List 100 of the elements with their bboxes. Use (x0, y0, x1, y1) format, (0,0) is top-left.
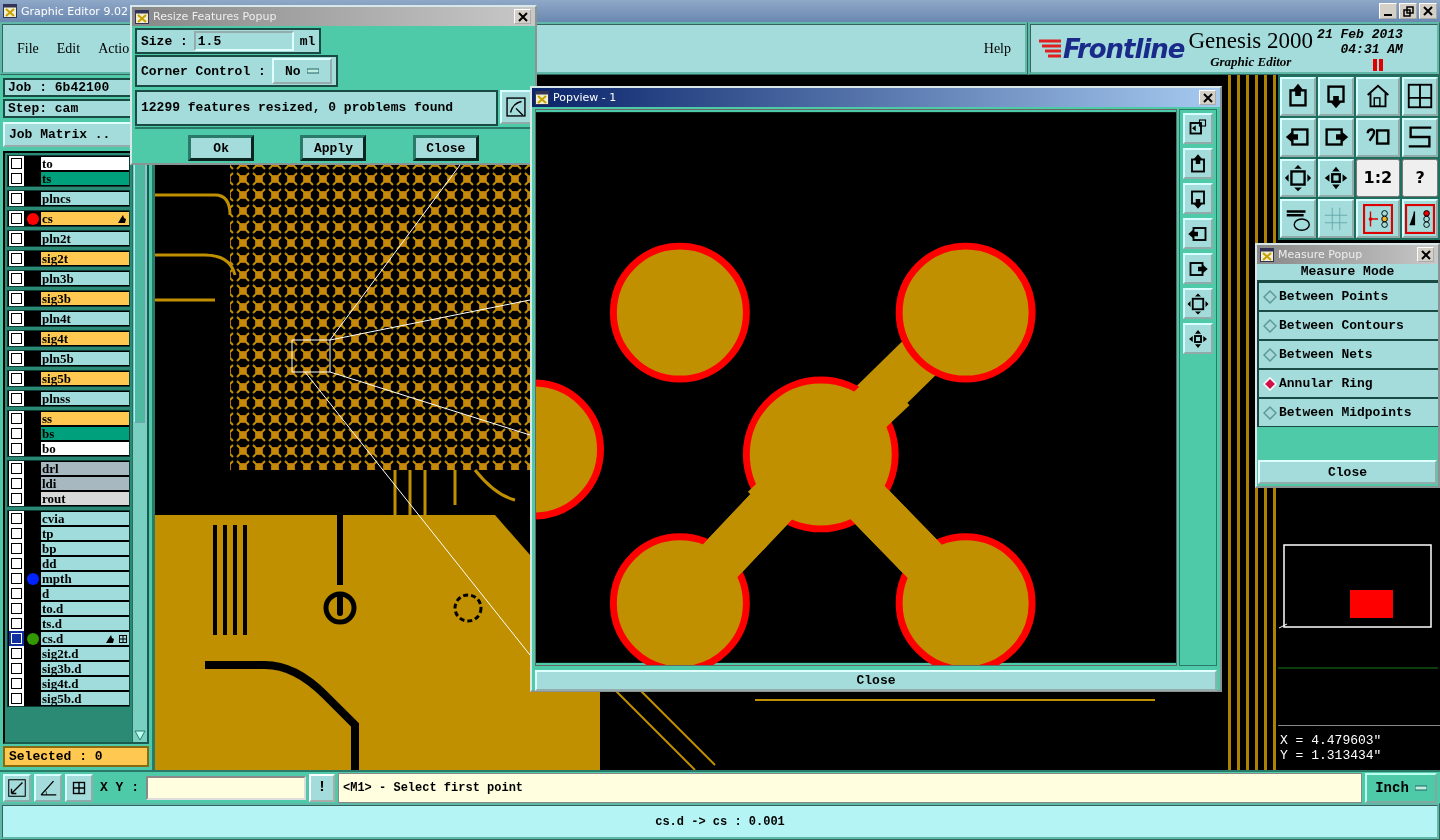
layer-checkbox[interactable] (11, 493, 22, 504)
layer-checkbox[interactable] (11, 573, 22, 584)
layer-checkbox[interactable] (11, 528, 22, 539)
layer-name[interactable]: to.d (41, 602, 129, 615)
close-button[interactable] (1419, 3, 1437, 19)
tool-button[interactable] (1183, 113, 1213, 144)
layer-name[interactable]: sig3b.d (41, 662, 129, 675)
restore-button[interactable] (1399, 3, 1417, 19)
view-button[interactable]: 1:2 (1355, 158, 1401, 198)
tool-button[interactable] (500, 90, 532, 124)
layer-name[interactable]: pln3b (41, 272, 129, 285)
minimize-button[interactable] (1379, 3, 1397, 19)
layer-name[interactable]: ts (41, 172, 129, 185)
layer-checkbox[interactable] (11, 678, 22, 689)
layer-name[interactable]: sig5b (41, 372, 129, 385)
tool-button[interactable] (1183, 253, 1213, 284)
tool-button[interactable] (1317, 117, 1354, 157)
coordinate-input[interactable] (146, 775, 306, 800)
layer-name[interactable]: ts.d (41, 617, 129, 630)
layer-checkbox[interactable] (11, 293, 22, 304)
layer-checkbox[interactable] (11, 333, 22, 344)
layer-checkbox[interactable] (11, 513, 22, 524)
tool-button[interactable] (1402, 77, 1438, 116)
layer-name[interactable]: bp (41, 542, 129, 555)
layer-name[interactable]: bs (41, 427, 129, 440)
layer-name[interactable]: mpth (41, 572, 129, 585)
tool-button[interactable] (1402, 199, 1438, 238)
tool-button[interactable] (1183, 323, 1213, 354)
dialog-button[interactable]: Apply (300, 135, 367, 161)
layer-name[interactable]: pln5b (41, 352, 129, 365)
tool-button[interactable] (1183, 218, 1213, 249)
dialog-button[interactable]: Ok (188, 135, 255, 161)
tool-button[interactable] (34, 773, 62, 802)
radio-option[interactable]: Between Points (1257, 282, 1438, 311)
layer-checkbox[interactable] (11, 173, 22, 184)
layer-checkbox[interactable] (11, 193, 22, 204)
menu-item[interactable]: Edit (56, 40, 81, 57)
layer-name[interactable]: ldi (41, 477, 129, 490)
layer-checkbox[interactable] (11, 693, 22, 704)
tool-button[interactable] (1183, 148, 1213, 179)
tool-button[interactable] (1280, 158, 1316, 198)
layer-checkbox[interactable] (11, 543, 22, 554)
layer-name[interactable]: tp (41, 527, 129, 540)
layer-checkbox[interactable] (11, 233, 22, 244)
layer-name[interactable]: sig3b (41, 292, 129, 305)
layer-checkbox[interactable] (11, 603, 22, 614)
tool-button[interactable] (1183, 183, 1213, 214)
layer-name[interactable]: plncs (41, 192, 129, 205)
tool-button[interactable] (1317, 158, 1354, 198)
tool-button[interactable] (1355, 77, 1401, 116)
layer-name[interactable]: sig5b.d (41, 692, 129, 705)
layer-name[interactable]: cs (41, 212, 129, 225)
corner-dropdown[interactable]: No (271, 58, 332, 84)
layer-checkbox[interactable] (11, 558, 22, 569)
units-dropdown[interactable]: Inch (1365, 772, 1437, 803)
dialog-button[interactable]: Close (412, 135, 479, 161)
menu-item[interactable]: Actio (98, 40, 130, 57)
layer-name[interactable]: sig2t.d (41, 647, 129, 660)
layer-name[interactable]: to (41, 157, 129, 170)
tool-button[interactable] (1355, 199, 1401, 238)
layer-name[interactable]: rout (41, 492, 129, 505)
layer-checkbox[interactable] (11, 478, 22, 489)
layer-checkbox[interactable] (11, 253, 22, 264)
layer-checkbox[interactable] (11, 158, 22, 169)
close-button[interactable]: Close (535, 670, 1217, 691)
layer-name[interactable]: d (41, 587, 129, 600)
layer-name[interactable]: pln4t (41, 312, 129, 325)
tool-button[interactable] (1355, 117, 1401, 157)
layer-name[interactable]: sig2t (41, 252, 129, 265)
layer-checkbox[interactable] (11, 373, 22, 384)
layer-name[interactable]: bo (41, 442, 129, 455)
close-button[interactable] (1417, 247, 1434, 262)
layer-checkbox[interactable] (11, 353, 22, 364)
radio-option[interactable]: Between Midpoints (1257, 398, 1438, 427)
layer-checkbox[interactable] (11, 393, 22, 404)
layer-checkbox[interactable] (11, 443, 22, 454)
tool-button[interactable] (1402, 117, 1438, 157)
layer-checkbox[interactable] (11, 213, 22, 224)
close-button[interactable]: Close (1258, 460, 1437, 484)
layer-name[interactable]: cvia (41, 512, 129, 525)
layer-checkbox[interactable] (11, 463, 22, 474)
radio-option[interactable]: Between Nets (1257, 340, 1438, 369)
size-field[interactable]: 1.5 (193, 31, 294, 51)
layer-checkbox[interactable] (11, 413, 22, 424)
layer-checkbox[interactable] (11, 663, 22, 674)
alert-button[interactable]: ! (309, 773, 335, 802)
tool-button[interactable] (1280, 199, 1316, 238)
radio-option[interactable]: Between Contours (1257, 311, 1438, 340)
layer-name[interactable]: cs.d (41, 632, 129, 645)
close-button[interactable] (1199, 90, 1216, 105)
close-button[interactable] (514, 9, 531, 24)
tool-button[interactable] (1317, 77, 1354, 116)
layer-name[interactable]: sig4t (41, 332, 129, 345)
layer-checkbox[interactable] (11, 648, 22, 659)
layer-checkbox[interactable] (11, 313, 22, 324)
radio-option[interactable]: Annular Ring (1257, 369, 1438, 398)
tool-button[interactable] (3, 773, 31, 802)
layer-name[interactable]: pln2t (41, 232, 129, 245)
tool-button[interactable] (1183, 288, 1213, 319)
layer-checkbox[interactable] (11, 588, 22, 599)
